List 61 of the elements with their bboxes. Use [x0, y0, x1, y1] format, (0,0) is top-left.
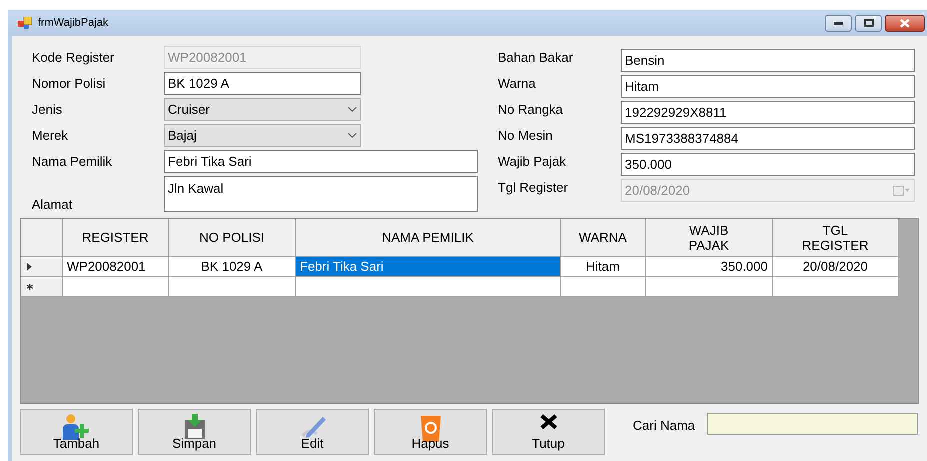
field-label: No Mesin	[498, 126, 554, 145]
field-label: Nomor Polisi	[32, 74, 107, 93]
text-field[interactable]: Hitam	[621, 75, 915, 98]
toolbar-button[interactable]: Tutup	[492, 409, 605, 455]
field-label: Jenis	[32, 100, 64, 119]
minimize-icon	[834, 22, 843, 24]
toolbar-button[interactable]: Edit	[256, 409, 369, 455]
new-row-icon	[27, 284, 33, 290]
field-label: No Rangka	[498, 100, 564, 119]
toolbar-button[interactable]: Tambah	[20, 409, 133, 455]
toolbar-button[interactable]: Hapus	[374, 409, 487, 455]
cell-text: Hitam	[586, 258, 620, 276]
text-field[interactable]: MS1973388374884	[621, 127, 915, 150]
table-cell[interactable]: BK 1029 A	[169, 257, 296, 277]
search-field[interactable]	[707, 413, 918, 435]
cell-text: Febri Tika Sari	[300, 258, 384, 276]
cell-text: 350.000	[721, 258, 768, 276]
field-label: Tgl Register	[498, 178, 570, 197]
table-cell[interactable]: Hitam	[561, 257, 646, 277]
table-cell[interactable]: Febri Tika Sari	[296, 257, 561, 277]
close-icon	[540, 414, 558, 430]
search-label: Cari Nama	[633, 417, 696, 435]
field-label: Bahan Bakar	[498, 48, 574, 67]
close-button[interactable]	[885, 14, 925, 32]
person-add-icon	[62, 414, 92, 440]
text-field[interactable]: Jln Kawal	[164, 176, 478, 212]
close-icon	[900, 18, 910, 28]
window-title: frmWajibPajak	[38, 16, 108, 31]
maximize-icon	[864, 19, 874, 27]
text-field[interactable]: BK 1029 A	[164, 72, 361, 95]
text-field[interactable]: 350.000	[621, 153, 915, 176]
field-label: Warna	[498, 74, 537, 93]
dropdown[interactable]: Bajaj	[164, 124, 361, 147]
table-cell[interactable]	[63, 277, 169, 297]
calendar-icon	[893, 186, 911, 196]
app-icon	[18, 17, 32, 29]
table-cell[interactable]: 20/08/2020	[773, 257, 899, 277]
table-cell[interactable]	[646, 277, 773, 297]
table-cell[interactable]	[169, 277, 296, 297]
maximize-button[interactable]	[855, 14, 882, 32]
cell-text: 20/08/2020	[802, 258, 868, 276]
table-cell[interactable]	[561, 277, 646, 297]
field-label: Wajib Pajak	[498, 152, 568, 171]
toolbar-button[interactable]: Simpan	[138, 409, 251, 455]
cell-text: BK 1029 A	[201, 258, 263, 276]
row-header[interactable]	[21, 257, 63, 277]
current-row-icon	[27, 262, 32, 270]
text-field[interactable]: 192292929X8811	[621, 101, 915, 124]
table-cell[interactable]	[296, 277, 561, 297]
minimize-button[interactable]	[825, 14, 852, 32]
dropdown[interactable]: Cruiser	[164, 98, 361, 121]
table-cell[interactable]: WP20082001	[63, 257, 169, 277]
text-field[interactable]: Bensin	[621, 49, 915, 72]
cell-text: WP20082001	[67, 258, 146, 276]
field-label: Nama Pemilik	[32, 152, 114, 171]
field-label: Alamat	[32, 196, 74, 214]
field-label: Kode Register	[32, 48, 116, 67]
table-cell[interactable]: 350.000	[646, 257, 773, 277]
text-field[interactable]: Febri Tika Sari	[164, 150, 478, 173]
field-label: Merek	[32, 126, 70, 145]
table-cell[interactable]	[773, 277, 899, 297]
